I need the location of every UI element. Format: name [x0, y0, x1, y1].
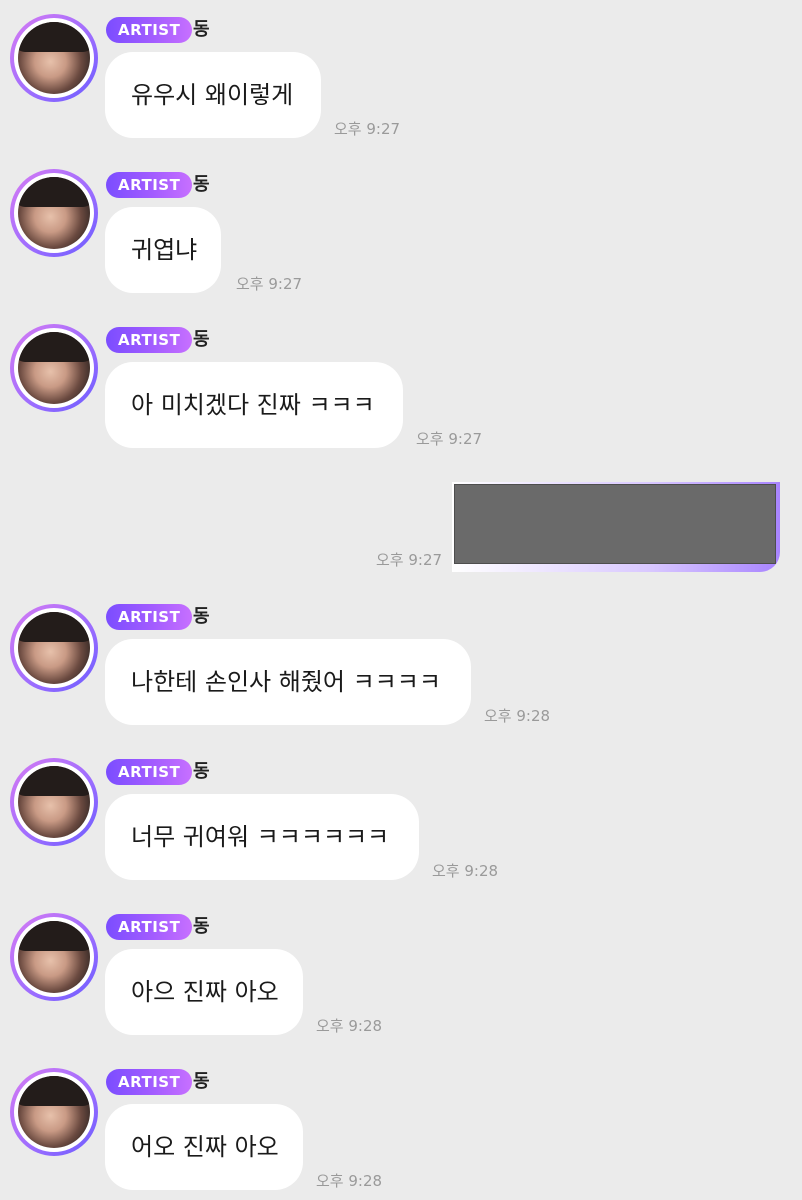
message-row: ARTIST 동 유우시 왜이렇게 오후 9:27	[0, 0, 802, 140]
sender-name: 동	[193, 606, 210, 627]
message-bubble[interactable]: 어오 진짜 아오	[105, 1104, 303, 1190]
artist-badge: ARTIST	[106, 327, 193, 353]
avatar[interactable]	[10, 913, 98, 1001]
message-row: ARTIST 동 어오 진짜 아오 오후 9:28	[0, 1052, 802, 1192]
sender-name: 동	[193, 19, 210, 40]
sender-name: 동	[193, 916, 210, 937]
avatar-photo	[18, 612, 90, 684]
message-row: ARTIST 동 나한테 손인사 해줬어 ㅋㅋㅋㅋ 오후 9:28	[0, 586, 802, 726]
sent-message-time: 오후 9:27	[376, 551, 443, 569]
message-row: ARTIST 동 아으 진짜 아오 오후 9:28	[0, 897, 802, 1037]
avatar-photo	[18, 22, 90, 94]
message-bubble[interactable]: 아으 진짜 아오	[105, 949, 303, 1035]
avatar[interactable]	[10, 324, 98, 412]
avatar[interactable]	[10, 758, 98, 846]
artist-badge: ARTIST	[106, 759, 193, 785]
sender-name: 동	[193, 329, 210, 350]
avatar-photo	[18, 766, 90, 838]
artist-badge: ARTIST	[106, 1069, 193, 1095]
avatar-photo	[18, 177, 90, 249]
avatar-photo	[18, 332, 90, 404]
message-bubble[interactable]: 유우시 왜이렇게	[105, 52, 321, 138]
artist-badge: ARTIST	[106, 17, 193, 43]
message-time: 오후 9:27	[236, 275, 303, 293]
artist-badge: ARTIST	[106, 604, 193, 630]
avatar-photo	[18, 1076, 90, 1148]
avatar-photo	[18, 921, 90, 993]
message-time: 오후 9:28	[432, 862, 499, 880]
message-time: 오후 9:27	[334, 120, 401, 138]
message-bubble[interactable]: 나한테 손인사 해줬어 ㅋㅋㅋㅋ	[105, 639, 471, 725]
message-time: 오후 9:28	[316, 1017, 383, 1035]
avatar[interactable]	[10, 169, 98, 257]
message-row: ARTIST 동 귀엽냐 오후 9:27	[0, 155, 802, 295]
message-row: ARTIST 동 아 미치겠다 진짜 ㅋㅋㅋ 오후 9:27	[0, 310, 802, 450]
message-bubble[interactable]: 너무 귀여워 ㅋㅋㅋㅋㅋㅋ	[105, 794, 419, 880]
message-time: 오후 9:28	[484, 707, 551, 725]
artist-badge: ARTIST	[106, 914, 193, 940]
message-bubble[interactable]: 아 미치겠다 진짜 ㅋㅋㅋ	[105, 362, 403, 448]
sent-message-bubble[interactable]	[452, 482, 780, 572]
artist-badge: ARTIST	[106, 172, 193, 198]
avatar[interactable]	[10, 1068, 98, 1156]
sender-name: 동	[193, 761, 210, 782]
message-bubble[interactable]: 귀엽냐	[105, 207, 221, 293]
message-row: ARTIST 동 너무 귀여워 ㅋㅋㅋㅋㅋㅋ 오후 9:28	[0, 742, 802, 882]
message-time: 오후 9:27	[416, 430, 483, 448]
avatar[interactable]	[10, 604, 98, 692]
sender-name: 동	[193, 1071, 210, 1092]
redacted-content	[454, 484, 776, 564]
message-time: 오후 9:28	[316, 1172, 383, 1190]
sender-name: 동	[193, 174, 210, 195]
avatar[interactable]	[10, 14, 98, 102]
